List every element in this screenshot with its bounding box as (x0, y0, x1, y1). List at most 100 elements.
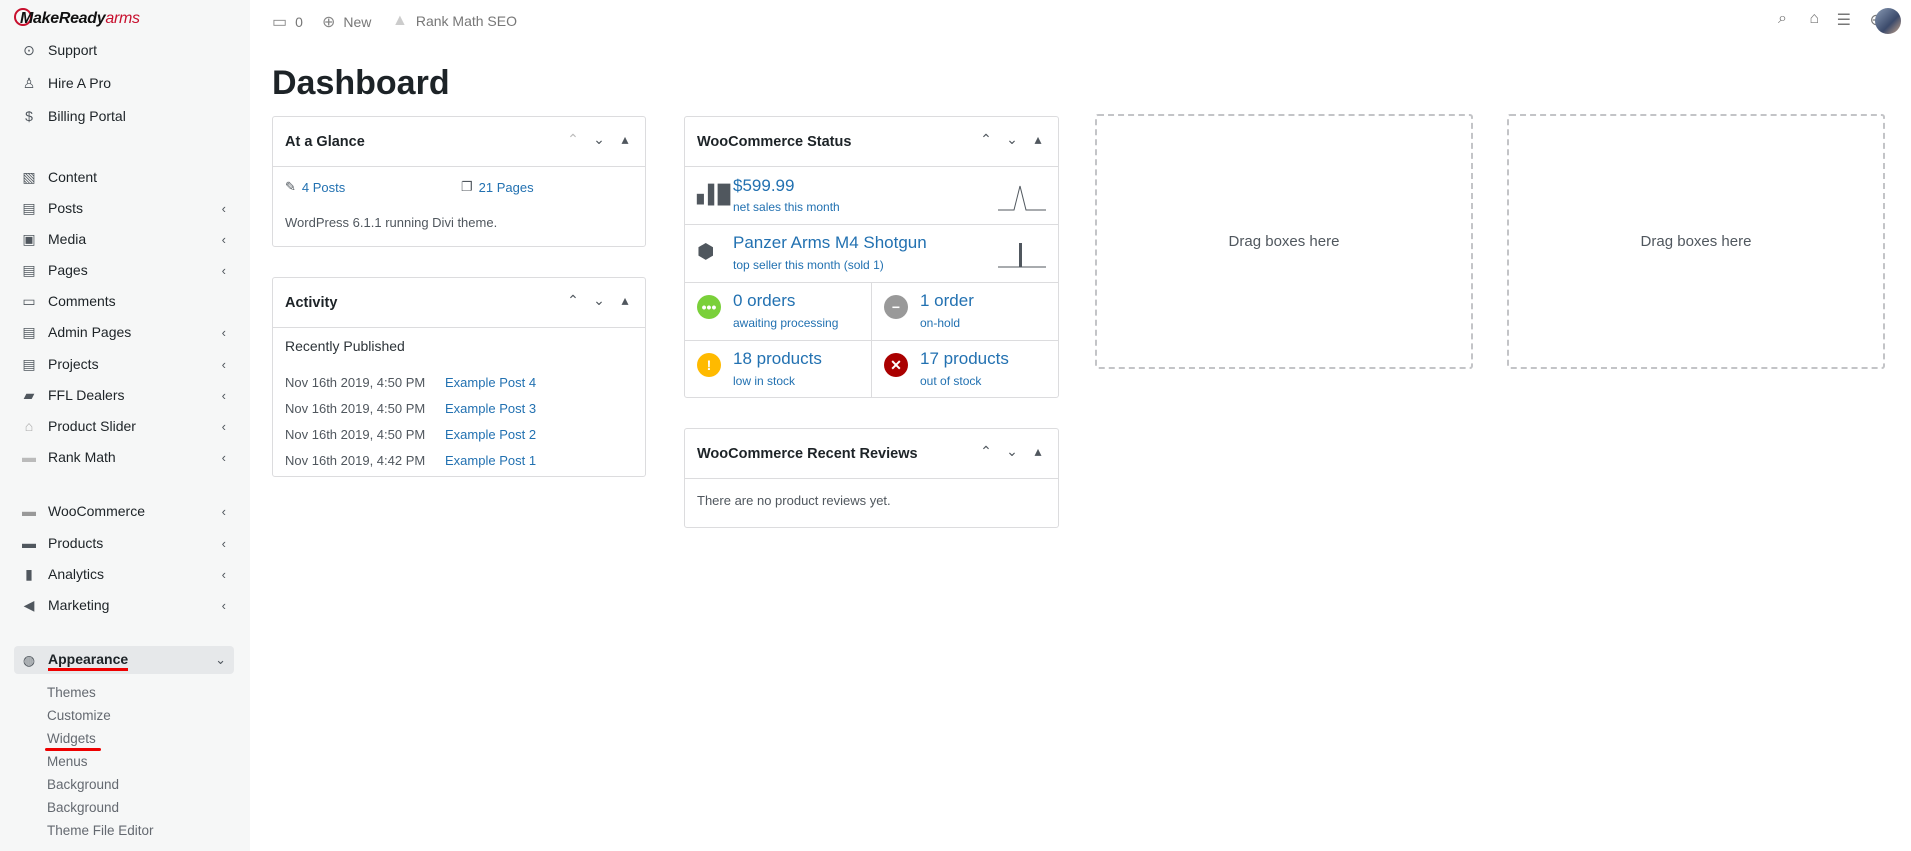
panel-header[interactable]: WooCommerce Recent Reviews ⌃ ⌄ ▴ (685, 429, 1058, 479)
page-title: Dashboard (272, 64, 450, 102)
sidebar-item-media[interactable]: ▣ Media ‹ (14, 227, 234, 251)
submenu-widgets[interactable]: Widgets (47, 731, 96, 746)
chevron-left-icon: ‹ (221, 597, 226, 613)
toggle-panel-icon[interactable]: ▴ (617, 292, 633, 309)
chevron-left-icon: ‹ (221, 535, 226, 551)
bar-chart-icon: ▖▌█ (697, 184, 730, 204)
move-up-icon[interactable]: ⌃ (978, 443, 994, 460)
list-item: Nov 16th 2019, 4:50 PM Example Post 3 (285, 401, 537, 416)
new-content-button[interactable]: ⊕ New (322, 12, 371, 32)
move-up-icon[interactable]: ⌃ (565, 292, 581, 309)
top-seller-row[interactable]: ⬢ Panzer Arms M4 Shotgun top seller this… (685, 225, 1058, 283)
submenu-themes[interactable]: Themes (47, 685, 96, 700)
chevron-left-icon: ‹ (221, 449, 226, 465)
out-of-stock-cell[interactable]: ✕ 17 products out of stock (872, 341, 1059, 398)
sidebar-item-admin-pages[interactable]: ▤ Admin Pages ‹ (14, 320, 234, 344)
wordpress-version-text: WordPress 6.1.1 running Divi theme. (285, 215, 498, 230)
panel-title: Activity (285, 294, 338, 311)
bar-chart-icon: ▮ (25, 565, 33, 582)
widgets-underline-annotation (45, 748, 101, 751)
panel-title: WooCommerce Status (697, 133, 852, 150)
move-down-icon[interactable]: ⌄ (591, 131, 607, 148)
submenu-theme-file-editor[interactable]: Theme File Editor (47, 823, 154, 838)
sidebar-item-product-slider[interactable]: ⌂ Product Slider ‹ (14, 414, 234, 438)
sidebar-item-support[interactable]: ⊙ Support (14, 38, 234, 62)
chevron-left-icon: ‹ (221, 324, 226, 340)
processing-orders-cell[interactable]: ••• 0 orders awaiting processing (685, 283, 872, 340)
post-link[interactable]: Example Post 3 (445, 401, 536, 416)
sidebar-item-projects[interactable]: ▤ Projects ‹ (14, 352, 234, 376)
recently-published-heading: Recently Published (285, 338, 405, 354)
sidebar-item-hire-a-pro[interactable]: ♙ Hire A Pro (14, 71, 234, 95)
post-link[interactable]: Example Post 2 (445, 427, 536, 442)
sidebar-item-ffl-dealers[interactable]: ▰ FFL Dealers ‹ (14, 383, 234, 407)
no-reviews-text: There are no product reviews yet. (697, 493, 891, 508)
rank-math-seo-link[interactable]: ▲ Rank Math SEO (392, 12, 517, 30)
posts-count-link[interactable]: ✎ 4 Posts (285, 179, 345, 195)
post-link[interactable]: Example Post 1 (445, 453, 536, 468)
drop-zone-column-4[interactable]: Drag boxes here (1507, 114, 1885, 369)
settings-sliders-icon[interactable]: ☰ (1837, 10, 1851, 30)
sidebar-item-comments[interactable]: ▭ Comments (14, 289, 234, 313)
sidebar-item-appearance[interactable]: ◍ Appearance ⌄ (14, 646, 234, 674)
processing-icon: ••• (697, 295, 721, 319)
media-icon: ▣ (22, 230, 36, 247)
net-sales-row[interactable]: ▖▌█ $599.99 net sales this month (685, 168, 1058, 225)
move-down-icon[interactable]: ⌄ (591, 292, 607, 309)
chevron-down-icon: ⌄ (215, 652, 226, 667)
low-stock-cell[interactable]: ! 18 products low in stock (685, 341, 872, 398)
search-icon[interactable]: ⌕ (1778, 10, 1787, 28)
chevron-left-icon: ‹ (221, 503, 226, 519)
user-avatar[interactable] (1875, 8, 1901, 34)
project-icon: ▤ (22, 355, 36, 372)
chevron-left-icon: ‹ (221, 387, 226, 403)
woo-icon: ▬ (22, 503, 36, 519)
sidebar-item-posts[interactable]: ▤ Posts ‹ (14, 196, 234, 220)
move-up-icon[interactable]: ⌃ (565, 131, 581, 148)
chevron-left-icon: ‹ (221, 200, 226, 216)
sidebar-item-products[interactable]: ▬ Products ‹ (14, 531, 234, 555)
error-x-icon: ✕ (884, 353, 908, 377)
sidebar-item-billing-portal[interactable]: $ Billing Portal (14, 104, 234, 128)
sales-sparkline (998, 185, 1046, 211)
onhold-icon: − (884, 295, 908, 319)
comment-icon: ▭ (22, 292, 36, 309)
toggle-panel-icon[interactable]: ▴ (617, 131, 633, 148)
page-icon: ▤ (22, 261, 36, 278)
sidebar-item-analytics[interactable]: ▮ Analytics ‹ (14, 562, 234, 586)
move-down-icon[interactable]: ⌄ (1004, 131, 1020, 148)
toggle-panel-icon[interactable]: ▴ (1030, 443, 1046, 460)
home-icon[interactable]: ⌂ (1809, 10, 1819, 28)
chevron-left-icon: ‹ (221, 418, 226, 434)
submenu-background[interactable]: Background (47, 777, 119, 792)
panel-header[interactable]: WooCommerce Status ⌃ ⌄ ▴ (685, 117, 1058, 167)
onhold-orders-cell[interactable]: − 1 order on-hold (872, 283, 1059, 340)
drop-zone-column-3[interactable]: Drag boxes here (1095, 114, 1473, 369)
comments-counter[interactable]: ▭ 0 (272, 12, 303, 32)
submenu-background-2[interactable]: Background (47, 800, 119, 815)
panel-header[interactable]: Activity ⌃ ⌄ ▴ (273, 278, 645, 328)
submenu-customize[interactable]: Customize (47, 708, 111, 723)
person-icon: ♙ (22, 74, 36, 91)
sidebar-item-marketing[interactable]: ◀ Marketing ‹ (14, 593, 234, 617)
chevron-left-icon: ‹ (221, 262, 226, 278)
pages-count-link[interactable]: ❐ 21 Pages (461, 179, 534, 195)
submenu-menus[interactable]: Menus (47, 754, 88, 769)
move-down-icon[interactable]: ⌄ (1004, 443, 1020, 460)
chevron-left-icon: ‹ (221, 356, 226, 372)
pages-icon: ❐ (461, 179, 473, 194)
admin-topbar: ▭0 ⊕New ▲Rank Math SEO ⌕ ⌂ ☰ ⊕ (250, 0, 1911, 40)
admin-sidebar: MakeReadyarms ⊙ Support ♙ Hire A Pro $ Bill… (0, 0, 250, 851)
megaphone-icon: ◀ (23, 596, 35, 613)
sidebar-item-woocommerce[interactable]: ▬ WooCommerce ‹ (14, 499, 234, 523)
panel-header[interactable]: At a Glance ⌃ ⌄ ▴ (273, 117, 645, 167)
site-logo[interactable]: MakeReadyarms (14, 8, 140, 28)
toggle-panel-icon[interactable]: ▴ (1030, 131, 1046, 148)
sidebar-item-rank-math[interactable]: ▬ Rank Math ‹ (14, 445, 234, 469)
sidebar-item-content[interactable]: ▧ Content (14, 165, 234, 189)
sidebar-item-pages[interactable]: ▤ Pages ‹ (14, 258, 234, 282)
post-link[interactable]: Example Post 4 (445, 375, 536, 390)
move-up-icon[interactable]: ⌃ (978, 131, 994, 148)
warning-icon: ! (697, 353, 721, 377)
list-item: Nov 16th 2019, 4:42 PM Example Post 1 (285, 453, 537, 468)
